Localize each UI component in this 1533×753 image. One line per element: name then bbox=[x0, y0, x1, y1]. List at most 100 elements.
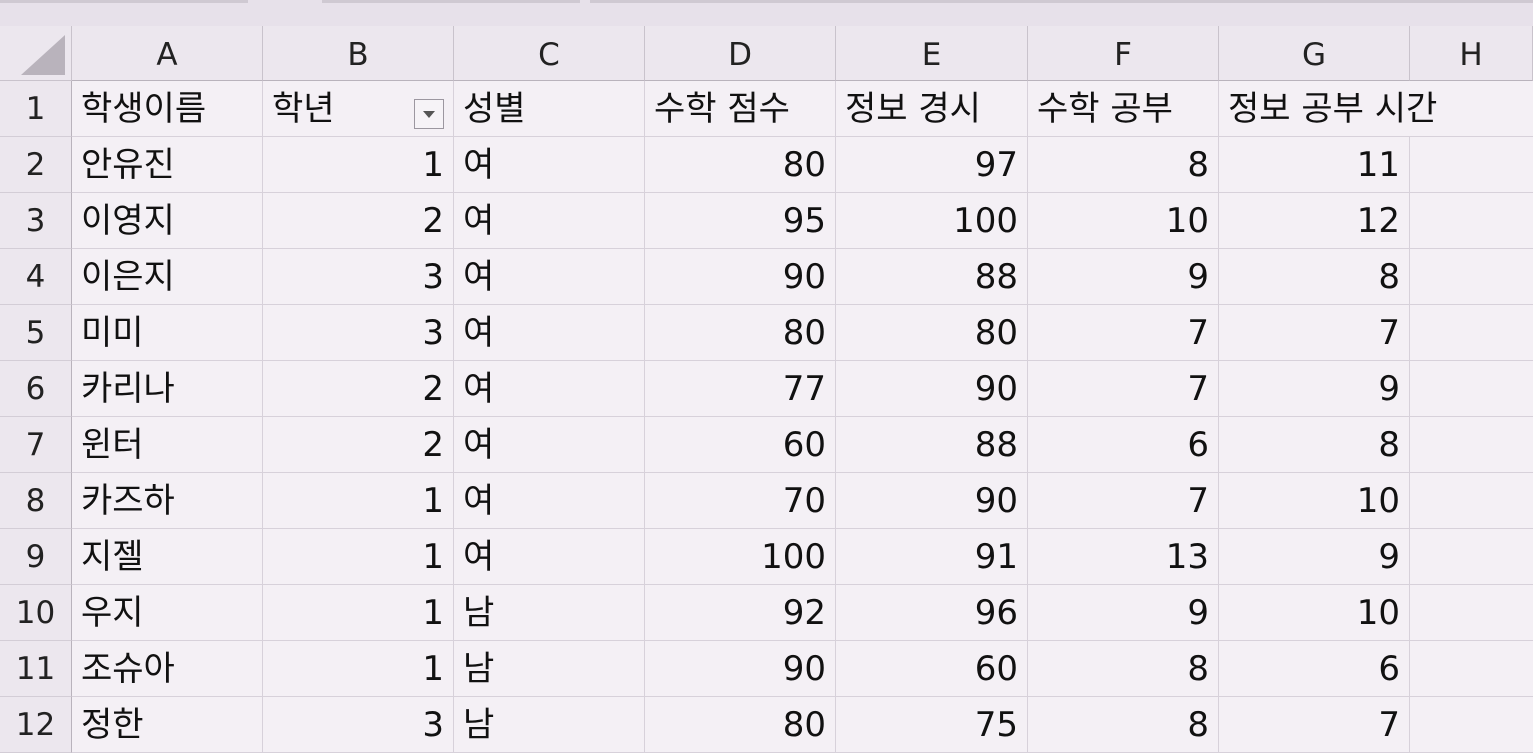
table-cell[interactable]: 90 bbox=[645, 641, 836, 697]
table-cell[interactable] bbox=[1410, 249, 1533, 305]
header-cell[interactable]: 수학 공부 bbox=[1028, 81, 1219, 137]
table-cell[interactable] bbox=[1410, 473, 1533, 529]
table-cell[interactable]: 2 bbox=[263, 361, 454, 417]
table-cell[interactable]: 9 bbox=[1028, 249, 1219, 305]
table-cell[interactable]: 이은지 bbox=[72, 249, 263, 305]
table-cell[interactable] bbox=[1410, 137, 1533, 193]
table-cell[interactable]: 92 bbox=[645, 585, 836, 641]
table-cell[interactable]: 1 bbox=[263, 641, 454, 697]
table-cell[interactable]: 91 bbox=[836, 529, 1028, 585]
table-cell[interactable]: 2 bbox=[263, 193, 454, 249]
table-cell[interactable]: 97 bbox=[836, 137, 1028, 193]
table-cell[interactable]: 카리나 bbox=[72, 361, 263, 417]
table-cell[interactable]: 90 bbox=[645, 249, 836, 305]
row-header-9[interactable]: 9 bbox=[0, 529, 72, 585]
table-cell[interactable]: 3 bbox=[263, 305, 454, 361]
table-cell[interactable]: 80 bbox=[836, 305, 1028, 361]
table-cell[interactable]: 남 bbox=[454, 641, 645, 697]
header-cell[interactable]: 학년 bbox=[263, 81, 454, 137]
table-cell[interactable]: 1 bbox=[263, 585, 454, 641]
row-header-7[interactable]: 7 bbox=[0, 417, 72, 473]
column-header-g[interactable]: G bbox=[1219, 26, 1410, 81]
header-cell[interactable]: 성별 bbox=[454, 81, 645, 137]
table-cell[interactable]: 7 bbox=[1219, 697, 1410, 753]
table-cell[interactable]: 지젤 bbox=[72, 529, 263, 585]
table-cell[interactable]: 정한 bbox=[72, 697, 263, 753]
table-cell[interactable]: 6 bbox=[1219, 641, 1410, 697]
table-cell[interactable]: 60 bbox=[836, 641, 1028, 697]
table-cell[interactable] bbox=[1410, 193, 1533, 249]
table-cell[interactable]: 10 bbox=[1219, 585, 1410, 641]
table-cell[interactable] bbox=[1410, 585, 1533, 641]
row-header-11[interactable]: 11 bbox=[0, 641, 72, 697]
table-cell[interactable]: 8 bbox=[1219, 417, 1410, 473]
table-cell[interactable]: 12 bbox=[1219, 193, 1410, 249]
table-cell[interactable]: 안유진 bbox=[72, 137, 263, 193]
table-cell[interactable]: 7 bbox=[1219, 305, 1410, 361]
table-cell[interactable]: 90 bbox=[836, 473, 1028, 529]
table-cell[interactable]: 88 bbox=[836, 249, 1028, 305]
table-cell[interactable]: 80 bbox=[645, 137, 836, 193]
table-cell[interactable]: 여 bbox=[454, 137, 645, 193]
table-cell[interactable]: 77 bbox=[645, 361, 836, 417]
row-header-10[interactable]: 10 bbox=[0, 585, 72, 641]
row-header-1[interactable]: 1 bbox=[0, 81, 72, 137]
header-cell[interactable]: 정보 공부 시간 bbox=[1219, 81, 1437, 137]
table-cell[interactable]: 2 bbox=[263, 417, 454, 473]
table-cell[interactable]: 카즈하 bbox=[72, 473, 263, 529]
table-cell[interactable] bbox=[1410, 305, 1533, 361]
table-cell[interactable]: 남 bbox=[454, 697, 645, 753]
table-cell[interactable]: 3 bbox=[263, 697, 454, 753]
table-cell[interactable]: 100 bbox=[836, 193, 1028, 249]
table-cell[interactable]: 이영지 bbox=[72, 193, 263, 249]
table-cell[interactable] bbox=[1410, 361, 1533, 417]
table-cell[interactable]: 8 bbox=[1028, 697, 1219, 753]
table-cell[interactable]: 8 bbox=[1028, 137, 1219, 193]
table-cell[interactable] bbox=[1410, 417, 1533, 473]
header-cell[interactable]: 학생이름 bbox=[72, 81, 263, 137]
table-cell[interactable]: 6 bbox=[1028, 417, 1219, 473]
row-header-3[interactable]: 3 bbox=[0, 193, 72, 249]
table-cell[interactable]: 여 bbox=[454, 529, 645, 585]
table-cell[interactable]: 여 bbox=[454, 193, 645, 249]
column-header-d[interactable]: D bbox=[645, 26, 836, 81]
table-cell[interactable]: 여 bbox=[454, 473, 645, 529]
table-cell[interactable]: 여 bbox=[454, 249, 645, 305]
table-cell[interactable]: 10 bbox=[1219, 473, 1410, 529]
table-cell[interactable]: 70 bbox=[645, 473, 836, 529]
table-cell[interactable]: 7 bbox=[1028, 361, 1219, 417]
table-cell[interactable]: 80 bbox=[645, 697, 836, 753]
table-cell[interactable]: 우지 bbox=[72, 585, 263, 641]
row-header-12[interactable]: 12 bbox=[0, 697, 72, 753]
table-cell[interactable]: 1 bbox=[263, 529, 454, 585]
column-header-f[interactable]: F bbox=[1028, 26, 1219, 81]
table-cell[interactable]: 9 bbox=[1028, 585, 1219, 641]
table-cell[interactable]: 1 bbox=[263, 137, 454, 193]
table-cell[interactable] bbox=[1410, 641, 1533, 697]
table-cell[interactable]: 7 bbox=[1028, 305, 1219, 361]
column-header-c[interactable]: C bbox=[454, 26, 645, 81]
row-header-6[interactable]: 6 bbox=[0, 361, 72, 417]
row-header-4[interactable]: 4 bbox=[0, 249, 72, 305]
column-header-a[interactable]: A bbox=[72, 26, 263, 81]
table-cell[interactable] bbox=[1410, 529, 1533, 585]
column-header-e[interactable]: E bbox=[836, 26, 1028, 81]
table-cell[interactable]: 13 bbox=[1028, 529, 1219, 585]
table-cell[interactable]: 윈터 bbox=[72, 417, 263, 473]
header-cell[interactable]: 수학 점수 bbox=[645, 81, 836, 137]
table-cell[interactable]: 90 bbox=[836, 361, 1028, 417]
table-cell[interactable]: 88 bbox=[836, 417, 1028, 473]
table-cell[interactable]: 8 bbox=[1219, 249, 1410, 305]
row-header-5[interactable]: 5 bbox=[0, 305, 72, 361]
table-cell[interactable]: 96 bbox=[836, 585, 1028, 641]
table-cell[interactable]: 여 bbox=[454, 417, 645, 473]
column-header-b[interactable]: B bbox=[263, 26, 454, 81]
table-cell[interactable]: 9 bbox=[1219, 529, 1410, 585]
table-cell[interactable]: 조슈아 bbox=[72, 641, 263, 697]
row-header-2[interactable]: 2 bbox=[0, 137, 72, 193]
table-cell[interactable]: 7 bbox=[1028, 473, 1219, 529]
table-cell[interactable]: 미미 bbox=[72, 305, 263, 361]
table-cell[interactable]: 남 bbox=[454, 585, 645, 641]
row-header-8[interactable]: 8 bbox=[0, 473, 72, 529]
table-cell[interactable]: 3 bbox=[263, 249, 454, 305]
